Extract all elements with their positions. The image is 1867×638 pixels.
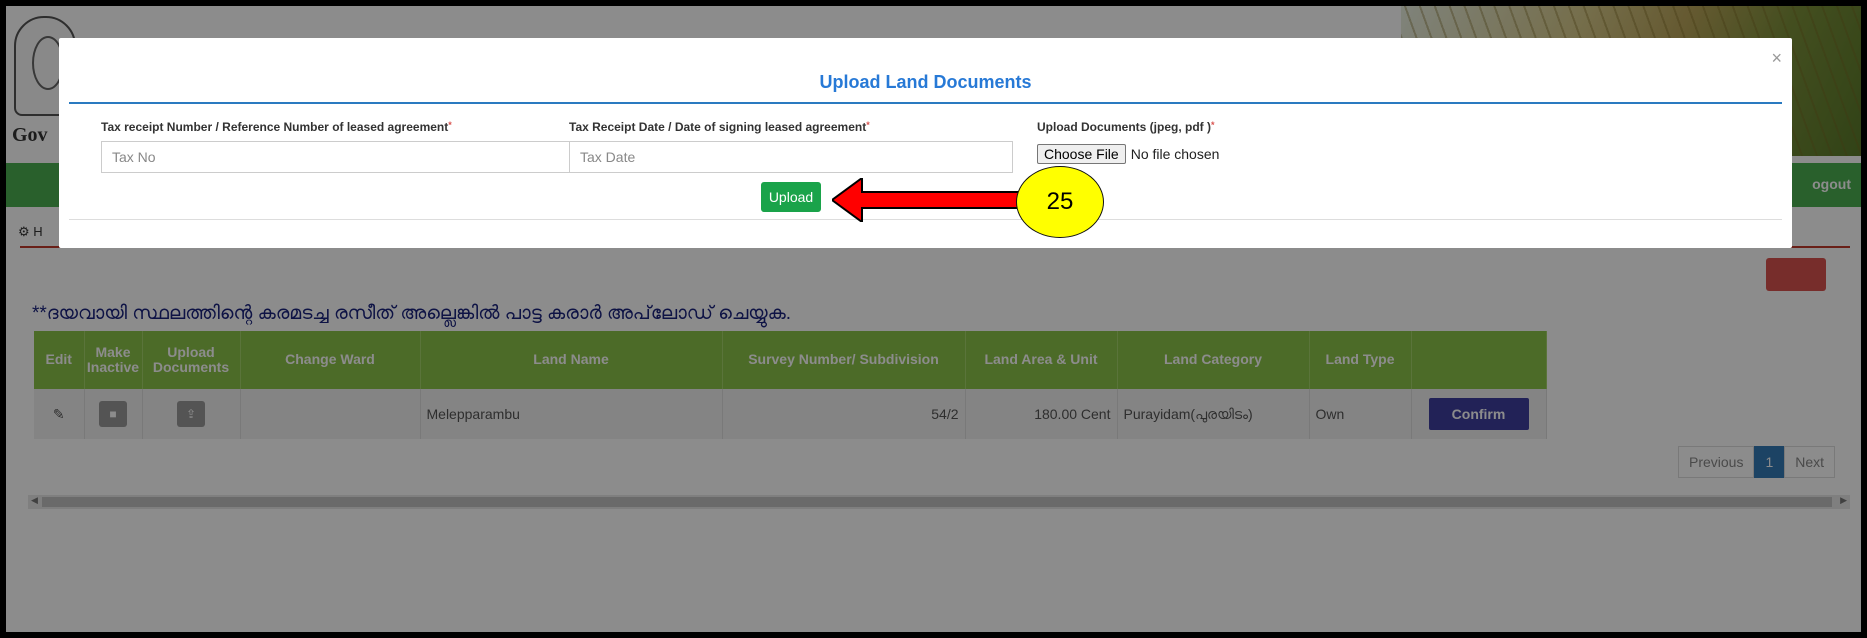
no-file-text: No file chosen xyxy=(1130,146,1220,162)
docs-label: Upload Documents (jpeg, pdf )* xyxy=(1037,120,1215,134)
tax-date-input[interactable] xyxy=(569,141,1013,173)
tax-no-input[interactable] xyxy=(101,141,621,173)
file-picker: Choose File No file chosen xyxy=(1037,144,1219,164)
close-icon[interactable]: × xyxy=(1771,48,1782,69)
red-arrow-icon xyxy=(832,178,1032,222)
step-callout: 25 xyxy=(1016,166,1104,238)
modal-title: Upload Land Documents xyxy=(819,72,1032,92)
screenshot-frame: Gov ogout ⚙ H **ദയവായി സ്ഥലത്തിന്റെ കരമട… xyxy=(6,6,1861,632)
tax-no-label: Tax receipt Number / Reference Number of… xyxy=(101,120,452,134)
choose-file-button[interactable]: Choose File xyxy=(1037,144,1126,164)
tax-date-label: Tax Receipt Date / Date of signing lease… xyxy=(569,120,870,134)
upload-button[interactable]: Upload xyxy=(761,182,821,212)
